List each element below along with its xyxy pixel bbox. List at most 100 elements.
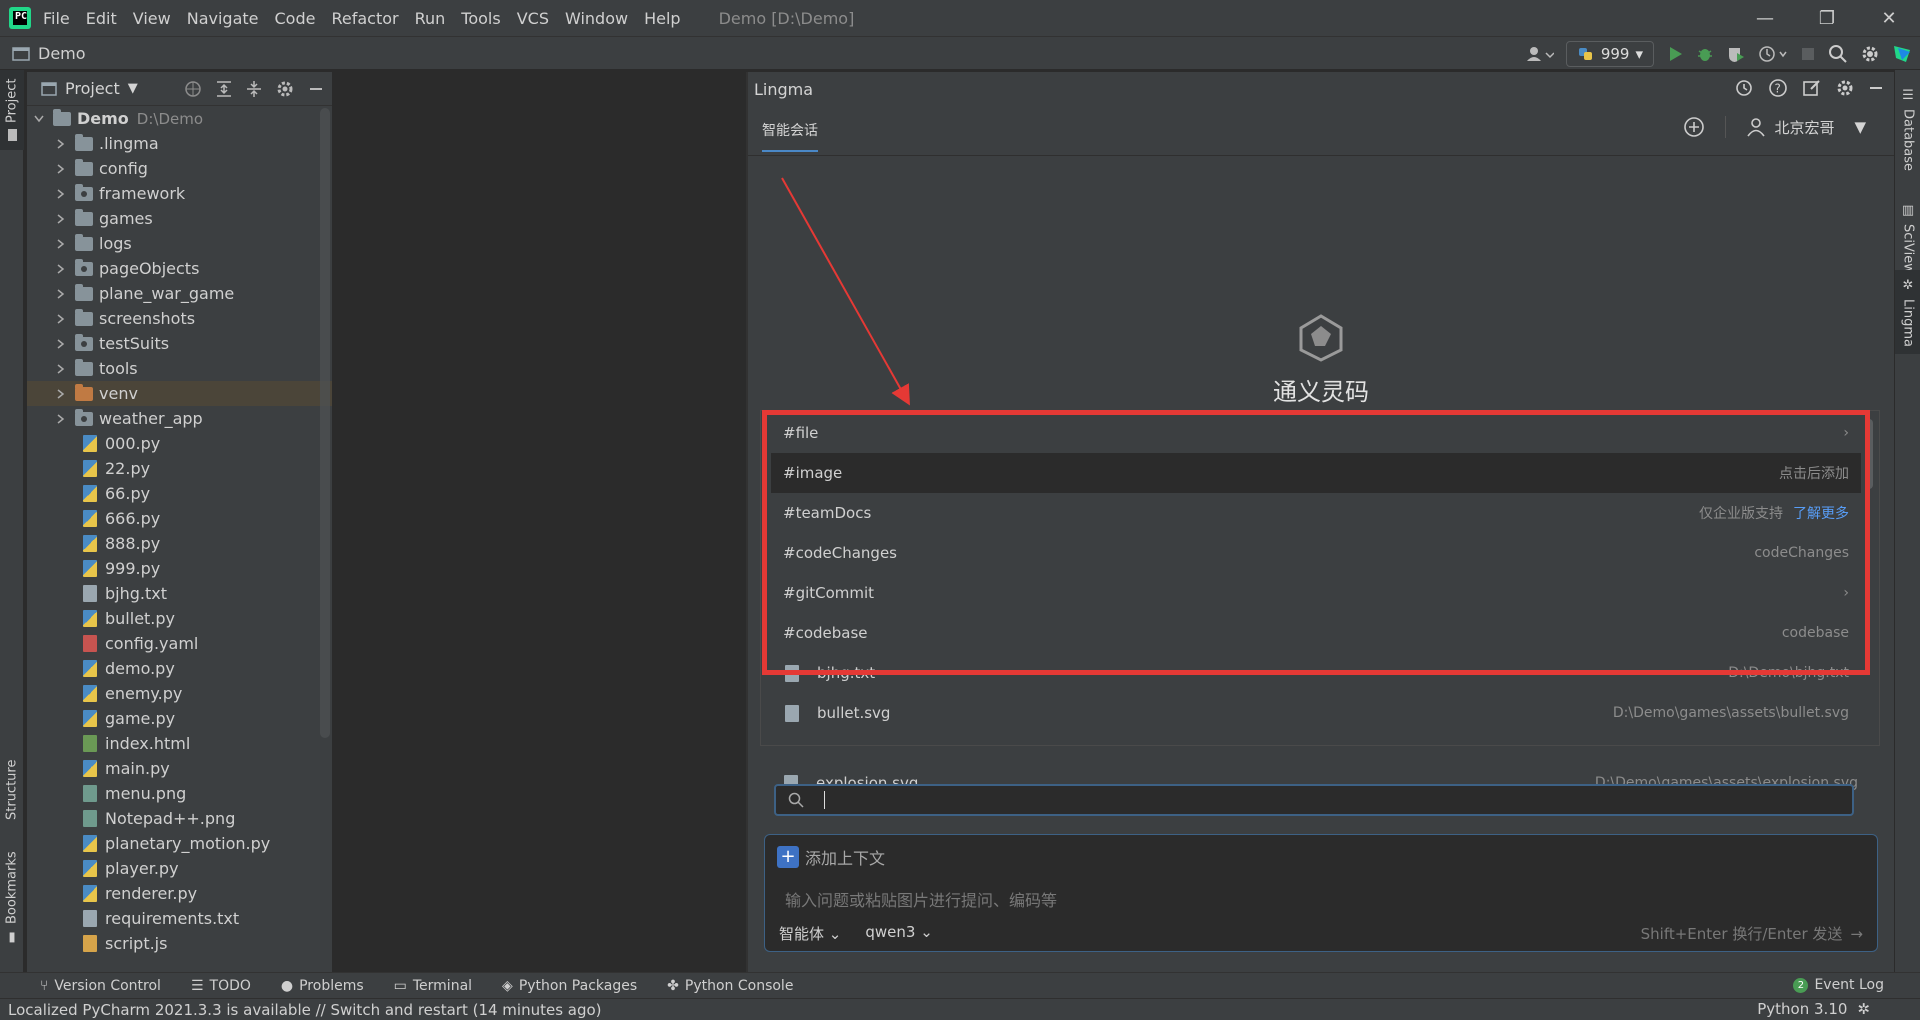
- python-console-tab[interactable]: ✤ Python Console: [667, 978, 793, 994]
- tree-file[interactable]: planetary_motion.py: [27, 831, 332, 856]
- tree-file[interactable]: Notepad++.png: [27, 806, 332, 831]
- tree-file[interactable]: game.py: [27, 706, 332, 731]
- restore-icon[interactable]: ❐: [1796, 0, 1858, 36]
- menu-help[interactable]: Help: [642, 7, 682, 30]
- chevron-right-icon[interactable]: [53, 136, 69, 152]
- menu-run[interactable]: Run: [413, 7, 448, 30]
- debug-icon[interactable]: [1696, 45, 1714, 63]
- menu-vcs[interactable]: VCS: [515, 7, 551, 30]
- chevron-right-icon[interactable]: [53, 186, 69, 202]
- tree-folder[interactable]: screenshots: [27, 306, 332, 331]
- breadcrumb-project[interactable]: Demo: [38, 44, 86, 63]
- tree-folder[interactable]: framework: [27, 181, 332, 206]
- hide-panel-icon[interactable]: [308, 80, 324, 98]
- settings-gear-icon[interactable]: [1860, 44, 1880, 64]
- gear-icon[interactable]: [276, 80, 294, 98]
- edit-icon[interactable]: [1802, 78, 1822, 98]
- chevron-right-icon[interactable]: [53, 211, 69, 227]
- chat-input-area[interactable]: + 添加上下文 输入问题或粘贴图片进行提问、编码等 智能体 ⌄ qwen3 ⌄ …: [764, 834, 1878, 952]
- tree-file[interactable]: requirements.txt: [27, 906, 332, 931]
- tree-file[interactable]: script.js: [27, 931, 332, 956]
- model-selector[interactable]: qwen3 ⌄: [865, 923, 932, 944]
- run-config-selector[interactable]: 999 ▾: [1565, 41, 1654, 67]
- coverage-icon[interactable]: [1726, 45, 1746, 63]
- chevron-right-icon[interactable]: [53, 236, 69, 252]
- stop-icon[interactable]: [1800, 46, 1816, 62]
- tree-file[interactable]: index.html: [27, 731, 332, 756]
- project-panel-title[interactable]: Project: [65, 79, 120, 98]
- tree-folder[interactable]: pageObjects: [27, 256, 332, 281]
- jetbrains-toolbox-icon[interactable]: [1892, 44, 1912, 64]
- profile-icon[interactable]: [1758, 45, 1788, 63]
- menu-navigate[interactable]: Navigate: [185, 7, 261, 30]
- tree-folder[interactable]: weather_app: [27, 406, 332, 431]
- menu-edit[interactable]: Edit: [84, 7, 119, 30]
- close-icon[interactable]: ✕: [1858, 0, 1920, 36]
- chevron-right-icon[interactable]: [53, 286, 69, 302]
- new-chat-plus-icon[interactable]: [1683, 116, 1705, 138]
- tree-folder[interactable]: plane_war_game: [27, 281, 332, 306]
- interpreter-selector[interactable]: Python 3.10: [1757, 1000, 1847, 1018]
- menu-code[interactable]: Code: [273, 7, 318, 30]
- chevron-right-icon[interactable]: [53, 386, 69, 402]
- lingma-tool-tab[interactable]: ✲ Lingma: [1895, 270, 1920, 354]
- search-icon[interactable]: [1828, 44, 1848, 64]
- chevron-right-icon[interactable]: [53, 361, 69, 377]
- vcs-user-icon[interactable]: [1524, 43, 1554, 65]
- chat-input-placeholder[interactable]: 输入问题或粘贴图片进行提问、编码等: [785, 887, 1057, 911]
- menu-tools[interactable]: Tools: [459, 7, 502, 30]
- tree-file[interactable]: bjhg.txt: [27, 581, 332, 606]
- tree-folder[interactable]: testSuits: [27, 331, 332, 356]
- tree-file[interactable]: enemy.py: [27, 681, 332, 706]
- status-message[interactable]: Localized PyCharm 2021.3.3 is available …: [8, 1001, 602, 1019]
- locate-file-icon[interactable]: [184, 80, 202, 98]
- tree-file[interactable]: bullet.py: [27, 606, 332, 631]
- chevron-right-icon[interactable]: [53, 161, 69, 177]
- editor-area[interactable]: [332, 72, 746, 972]
- tree-file[interactable]: 000.py: [27, 431, 332, 456]
- tree-folder[interactable]: tools: [27, 356, 332, 381]
- tree-file[interactable]: main.py: [27, 756, 332, 781]
- tree-file[interactable]: 999.py: [27, 556, 332, 581]
- mode-selector[interactable]: 智能体 ⌄: [779, 923, 841, 944]
- expand-all-icon[interactable]: [216, 80, 232, 98]
- todo-tab[interactable]: ☰ TODO: [191, 978, 251, 994]
- database-tool-tab[interactable]: ☰ Database: [1895, 80, 1920, 180]
- event-log-tab[interactable]: 2 Event Log: [1793, 977, 1884, 993]
- tree-file[interactable]: menu.png: [27, 781, 332, 806]
- tree-folder[interactable]: games: [27, 206, 332, 231]
- tab-smart-chat[interactable]: 智能会话: [762, 120, 818, 152]
- chevron-down-icon[interactable]: ▼: [1854, 118, 1866, 136]
- tree-folder[interactable]: logs: [27, 231, 332, 256]
- terminal-tab[interactable]: ▭ Terminal: [394, 978, 472, 994]
- tree-file[interactable]: config.yaml: [27, 631, 332, 656]
- chevron-down-icon[interactable]: ▼: [128, 81, 138, 96]
- chevron-right-icon[interactable]: [53, 261, 69, 277]
- structure-tool-tab[interactable]: Structure: [0, 750, 24, 830]
- menu-view[interactable]: View: [131, 7, 173, 30]
- context-search-input[interactable]: [774, 784, 1854, 816]
- chevron-right-icon[interactable]: [53, 336, 69, 352]
- project-tool-tab[interactable]: Project: [0, 70, 24, 150]
- send-arrow-icon[interactable]: →: [1850, 925, 1863, 943]
- menu-refactor[interactable]: Refactor: [329, 7, 400, 30]
- version-control-tab[interactable]: ⑂ Version Control: [40, 978, 161, 994]
- tree-file[interactable]: 888.py: [27, 531, 332, 556]
- problems-tab[interactable]: ● Problems: [281, 978, 364, 994]
- python-packages-tab[interactable]: ◈ Python Packages: [502, 978, 637, 994]
- tree-file[interactable]: player.py: [27, 856, 332, 881]
- gear-icon[interactable]: [1836, 78, 1854, 98]
- chevron-right-icon[interactable]: [53, 311, 69, 327]
- tree-file[interactable]: 66.py: [27, 481, 332, 506]
- tree-folder[interactable]: .lingma: [27, 131, 332, 156]
- run-icon[interactable]: [1666, 45, 1684, 63]
- lingma-status-icon[interactable]: ✲: [1857, 1000, 1870, 1018]
- tree-file[interactable]: renderer.py: [27, 881, 332, 906]
- project-scrollbar[interactable]: [320, 108, 330, 738]
- collapse-all-icon[interactable]: [246, 80, 262, 98]
- chevron-down-icon[interactable]: [31, 111, 47, 127]
- bookmarks-tool-tab[interactable]: ▮ Bookmarks: [0, 850, 24, 946]
- menu-file[interactable]: File: [41, 7, 72, 30]
- tree-file[interactable]: 666.py: [27, 506, 332, 531]
- minimize-icon[interactable]: —: [1734, 0, 1796, 36]
